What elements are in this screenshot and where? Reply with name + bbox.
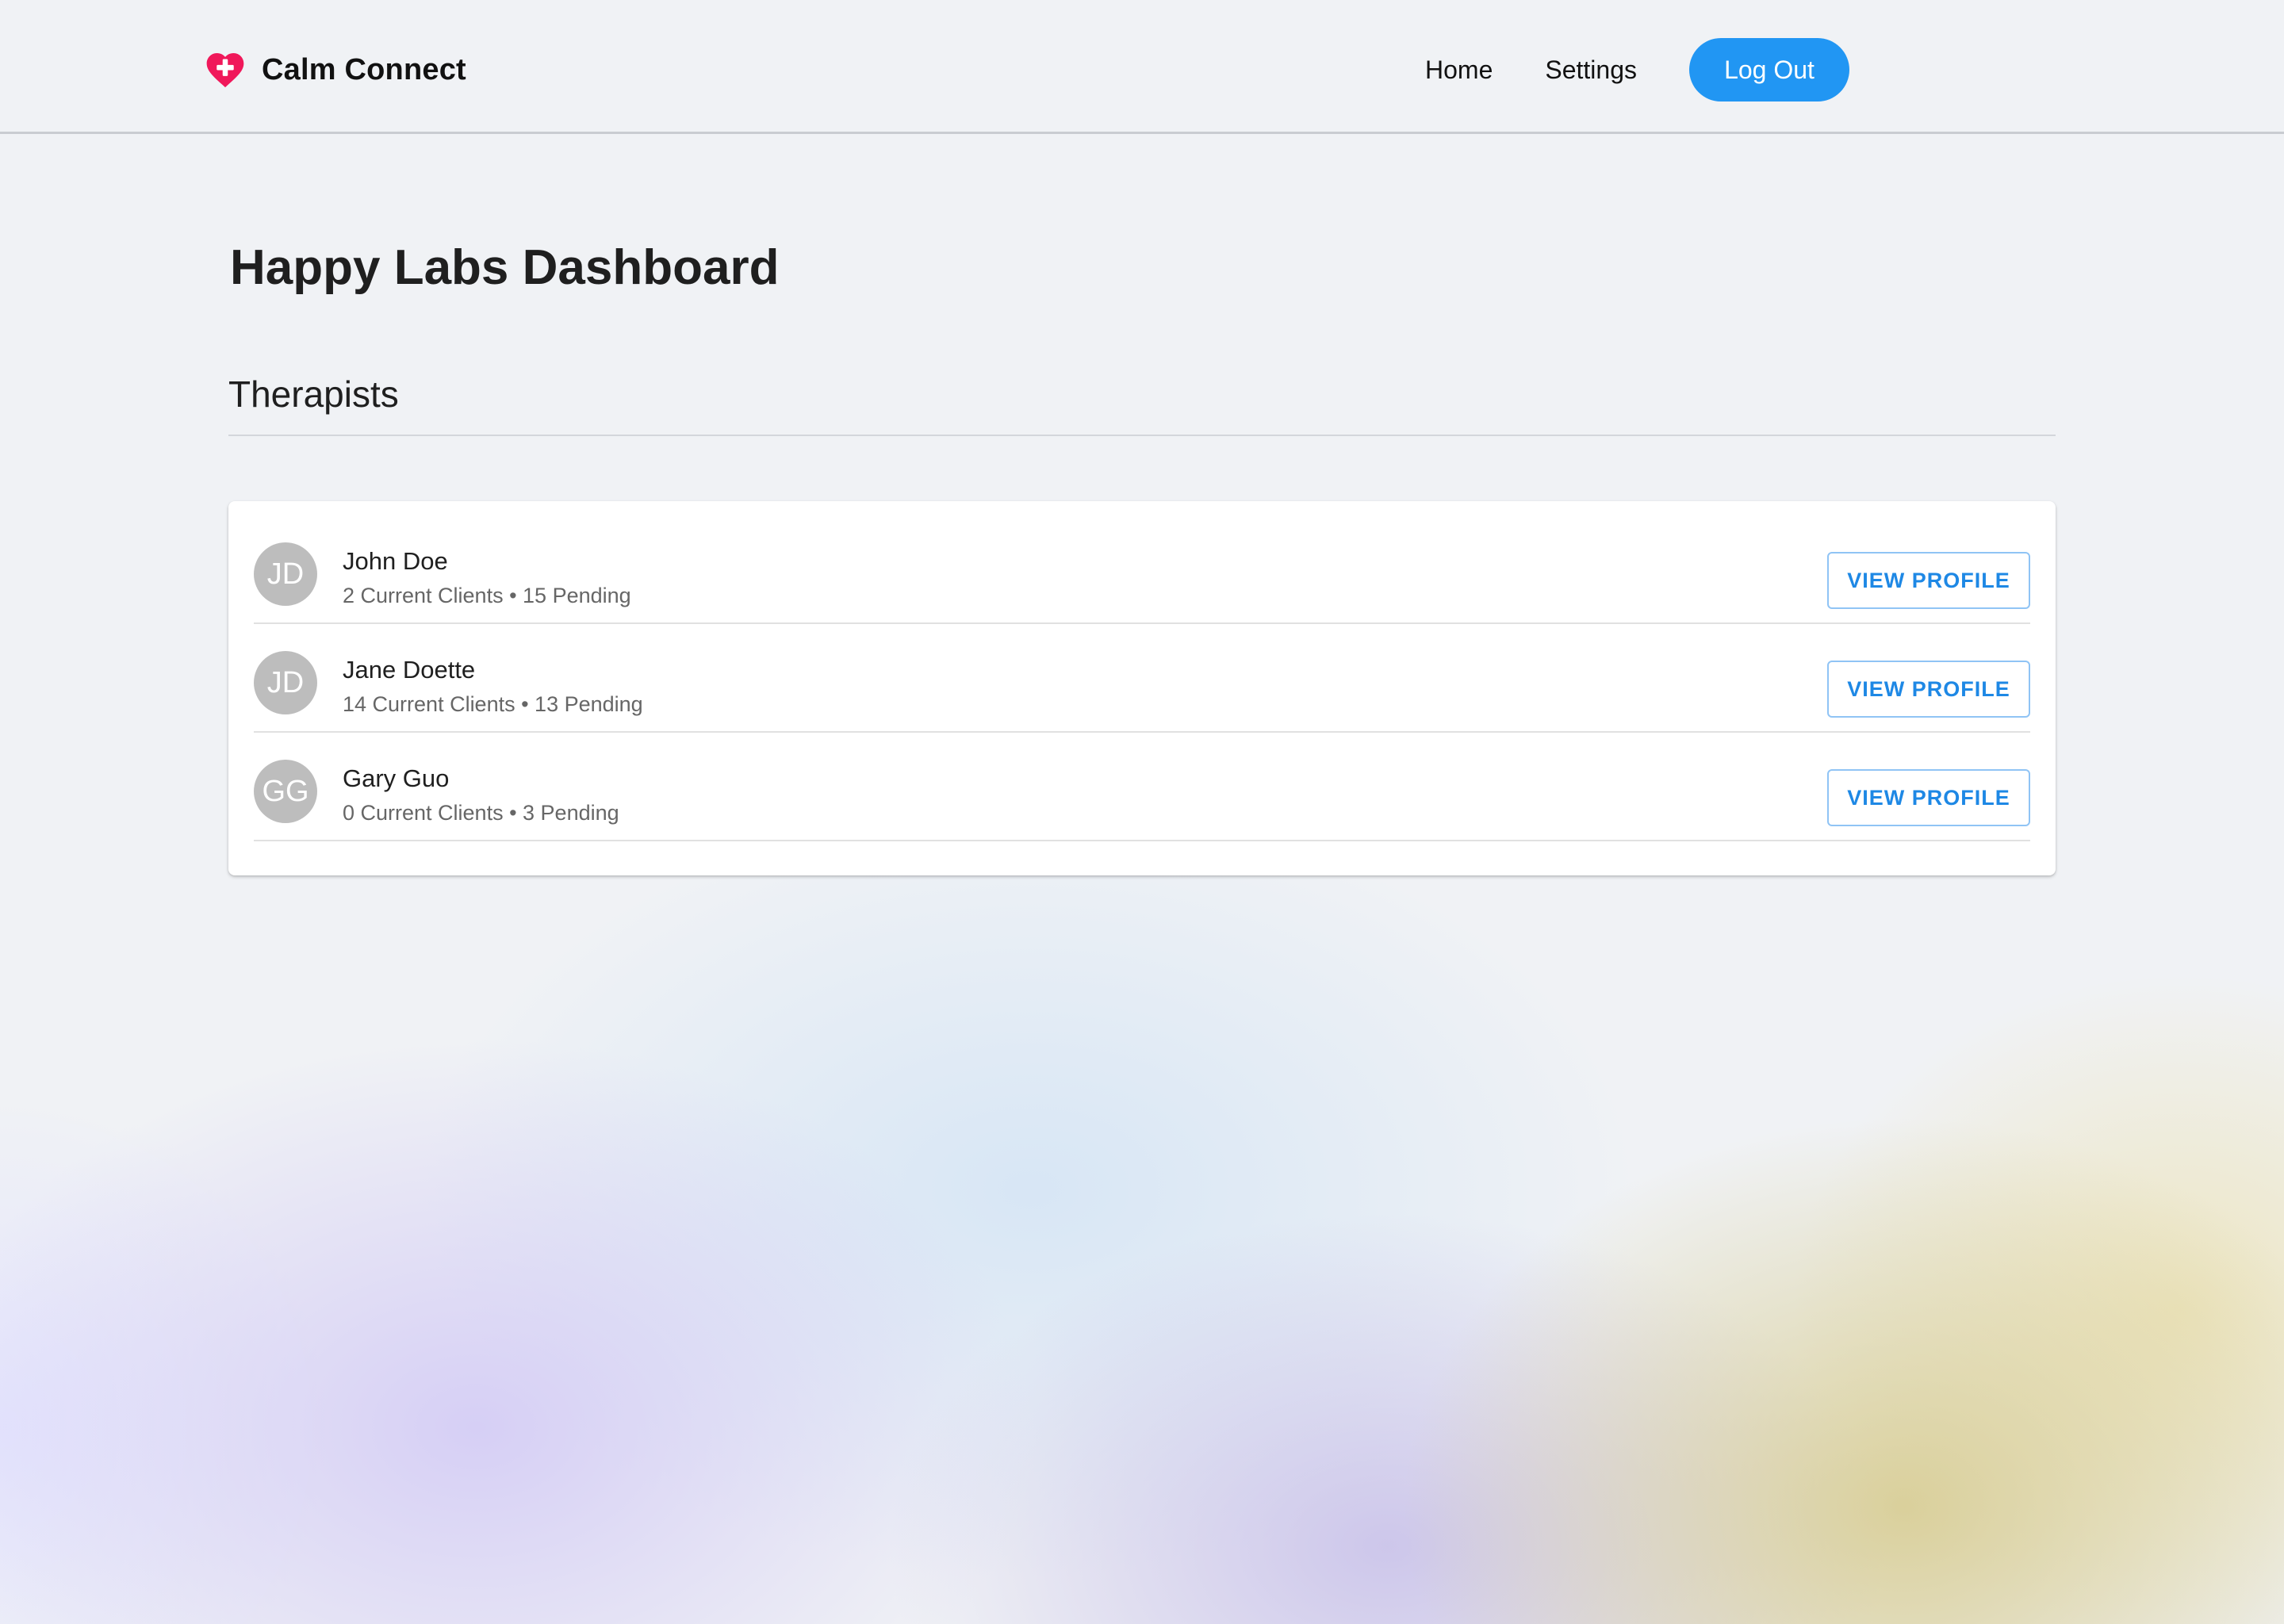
therapist-name: Gary Guo <box>343 764 450 792</box>
heart-plus-icon <box>203 48 247 92</box>
therapist-list: JD John Doe 2 Current Clients • 15 Pendi… <box>254 515 2030 841</box>
view-profile-button[interactable]: VIEW PROFILE <box>1827 769 2030 826</box>
therapist-name: John Doe <box>343 547 448 575</box>
view-profile-button[interactable]: VIEW PROFILE <box>1827 661 2030 718</box>
section-divider <box>228 435 2056 436</box>
view-profile-button[interactable]: VIEW PROFILE <box>1827 552 2030 609</box>
brand-name: Calm Connect <box>262 52 466 86</box>
page-title: Happy Labs Dashboard <box>230 240 780 295</box>
brand[interactable]: Calm Connect <box>203 46 466 94</box>
logout-button[interactable]: Log Out <box>1689 38 1849 102</box>
avatar: GG <box>254 760 317 823</box>
nav-settings-link[interactable]: Settings <box>1545 56 1637 85</box>
therapists-heading: Therapists <box>228 373 399 415</box>
therapist-client-counts: 14 Current Clients • 13 Pending <box>343 692 643 716</box>
therapist-row-jane-doette: JD Jane Doette 14 Current Clients • 13 P… <box>254 624 2030 733</box>
nav-home-link[interactable]: Home <box>1425 56 1493 85</box>
avatar: JD <box>254 651 317 714</box>
therapist-client-counts: 0 Current Clients • 3 Pending <box>343 801 619 825</box>
therapist-name: Jane Doette <box>343 656 476 684</box>
therapist-row-gary-guo: GG Gary Guo 0 Current Clients • 3 Pendin… <box>254 733 2030 841</box>
therapists-card: JD John Doe 2 Current Clients • 15 Pendi… <box>228 501 2056 875</box>
top-header: Calm Connect Home Settings Log Out <box>0 0 2284 134</box>
avatar: JD <box>254 542 317 606</box>
therapist-client-counts: 2 Current Clients • 15 Pending <box>343 584 631 607</box>
main-nav: Home Settings Log Out <box>1425 38 1849 102</box>
app: Calm Connect Home Settings Log Out Happy… <box>0 0 2284 1624</box>
therapist-row-john-doe: JD John Doe 2 Current Clients • 15 Pendi… <box>254 515 2030 624</box>
